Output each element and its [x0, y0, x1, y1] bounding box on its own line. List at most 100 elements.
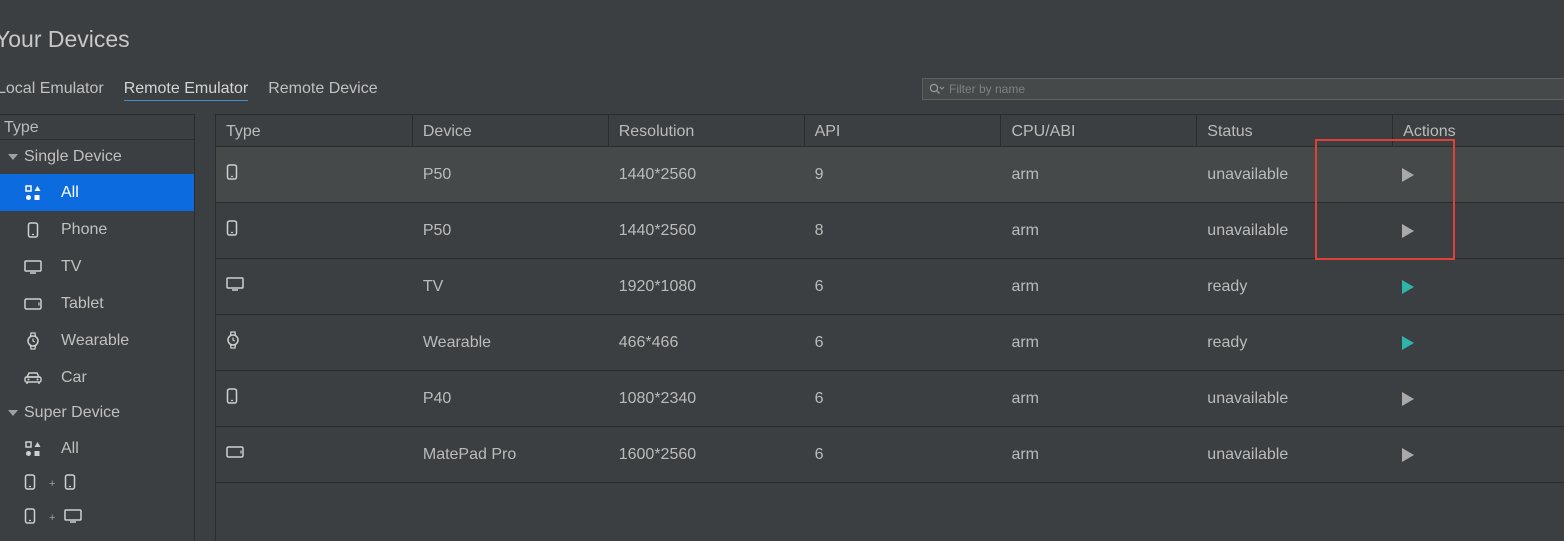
tablet-icon: [226, 445, 244, 464]
sidebar-item-label: Wearable: [61, 331, 130, 349]
cell-cpu: arm: [1011, 277, 1039, 295]
sidebar-item-label: TV: [61, 257, 82, 275]
phone-icon: [226, 164, 238, 185]
sidebar-item-label: Phone: [61, 220, 108, 238]
phone-icon: [64, 473, 76, 495]
cell-cpu: arm: [1011, 165, 1039, 183]
group-label: Single Device: [24, 148, 122, 165]
cell-device: P50: [422, 165, 452, 183]
watch-icon: [226, 331, 240, 354]
grid-icon: [24, 184, 42, 202]
col-api[interactable]: API: [805, 115, 1002, 146]
filter-box[interactable]: [922, 78, 1564, 100]
cell-resolution: 1080*2340: [618, 389, 697, 407]
sidebar-item-tv[interactable]: TV: [0, 248, 194, 285]
col-resolution[interactable]: Resolution: [609, 115, 805, 146]
sidebar-item-label: All: [61, 183, 79, 201]
emulator-tabs: Local Emulator Remote Emulator Remote De…: [0, 80, 398, 101]
cell-resolution: 1920*1080: [618, 277, 697, 295]
play-icon[interactable]: [1402, 279, 1415, 294]
cell-device: MatePad Pro: [422, 445, 517, 463]
tv-icon: [226, 277, 244, 296]
phone-icon: [226, 220, 238, 241]
page-title: Your Devices: [0, 26, 130, 52]
group-label: Super Device: [24, 404, 121, 421]
table-row[interactable]: TV 1920*1080 6 arm ready: [216, 259, 1564, 315]
search-icon: [929, 83, 945, 95]
watch-icon: [24, 331, 42, 350]
col-cpu-abi[interactable]: CPU/ABI: [1001, 115, 1198, 146]
group-single-device[interactable]: Single Device: [0, 140, 194, 174]
cell-resolution: 1440*2560: [618, 221, 697, 239]
tablet-icon: [24, 295, 42, 313]
collapse-arrow-icon[interactable]: [8, 154, 18, 160]
cell-resolution: 1600*2560: [618, 445, 697, 463]
cell-resolution: 466*466: [618, 333, 679, 351]
table-row[interactable]: Wearable 466*466 6 arm ready: [216, 315, 1564, 371]
col-status[interactable]: Status: [1197, 115, 1394, 146]
cell-device: TV: [422, 277, 444, 295]
play-icon[interactable]: [1402, 223, 1415, 238]
col-type[interactable]: Type: [216, 115, 413, 146]
table-row[interactable]: MatePad Pro 1600*2560 6 arm unavailable: [216, 427, 1564, 483]
table-row[interactable]: P40 1080*2340 6 arm unavailable: [216, 371, 1564, 427]
cell-status: unavailable: [1207, 221, 1289, 239]
sidebar-item-phone-plus-phone[interactable]: +: [0, 467, 194, 501]
cell-resolution: 1440*2560: [618, 165, 697, 183]
group-super-device[interactable]: Super Device: [0, 396, 194, 430]
cell-api: 9: [814, 165, 824, 183]
car-icon: [24, 369, 42, 387]
table-row[interactable]: P50 1440*2560 8 arm unavailable: [216, 203, 1564, 259]
sidebar-item-phone-plus-tv[interactable]: +: [0, 501, 194, 535]
cell-cpu: arm: [1011, 389, 1039, 407]
sidebar-item-car[interactable]: Car: [0, 359, 194, 396]
cell-status: unavailable: [1207, 389, 1289, 407]
sidebar-item-label: Tablet: [61, 294, 104, 312]
sidebar-header: Type: [0, 115, 194, 140]
cell-api: 6: [814, 333, 824, 351]
col-device[interactable]: Device: [413, 115, 609, 146]
tv-icon: [64, 508, 83, 528]
cell-api: 6: [814, 277, 824, 295]
table-row[interactable]: P50 1440*2560 9 arm unavailable: [216, 147, 1564, 203]
collapse-arrow-icon[interactable]: [8, 410, 18, 416]
plus-sign: +: [49, 512, 56, 524]
cell-status: unavailable: [1207, 445, 1289, 463]
tab-remote-emulator[interactable]: Remote Emulator: [123, 80, 249, 101]
cell-api: 6: [814, 445, 824, 463]
sidebar-item-phone[interactable]: Phone: [0, 211, 194, 248]
phone-icon: [24, 221, 42, 239]
plus-sign: +: [49, 478, 56, 490]
cell-status: ready: [1207, 333, 1248, 351]
cell-api: 8: [814, 221, 824, 239]
cell-device: Wearable: [422, 333, 492, 351]
cell-api: 6: [814, 389, 824, 407]
play-icon[interactable]: [1402, 167, 1415, 182]
play-icon[interactable]: [1402, 391, 1415, 406]
phone-icon: [24, 507, 36, 529]
sidebar-item-label: Car: [61, 368, 87, 386]
cell-cpu: arm: [1011, 221, 1039, 239]
sidebar-item-tablet[interactable]: Tablet: [0, 285, 194, 322]
play-icon[interactable]: [1402, 335, 1415, 350]
phone-icon: [24, 473, 36, 495]
cell-device: P50: [422, 221, 452, 239]
sidebar-item-label: All: [61, 439, 79, 457]
cell-cpu: arm: [1011, 445, 1039, 463]
cell-status: ready: [1207, 277, 1248, 295]
col-actions[interactable]: Actions: [1393, 115, 1564, 146]
tab-local-emulator[interactable]: Local Emulator: [0, 80, 104, 101]
cell-cpu: arm: [1011, 333, 1039, 351]
sidebar-item-super-all[interactable]: All: [0, 430, 194, 467]
tab-remote-device[interactable]: Remote Device: [268, 80, 377, 101]
sidebar-item-wearable[interactable]: Wearable: [0, 322, 194, 359]
sidebar-item-all[interactable]: All: [0, 174, 194, 211]
device-type-sidebar: Type Single Device All Phone TV Tablet W…: [0, 114, 195, 541]
grid-icon: [24, 440, 42, 458]
cell-status: unavailable: [1207, 165, 1289, 183]
device-table: Type Device Resolution API CPU/ABI Statu…: [215, 114, 1564, 541]
phone-icon: [226, 388, 238, 409]
filter-input[interactable]: [949, 82, 1564, 96]
play-icon[interactable]: [1402, 447, 1415, 462]
table-header: Type Device Resolution API CPU/ABI Statu…: [216, 115, 1564, 147]
